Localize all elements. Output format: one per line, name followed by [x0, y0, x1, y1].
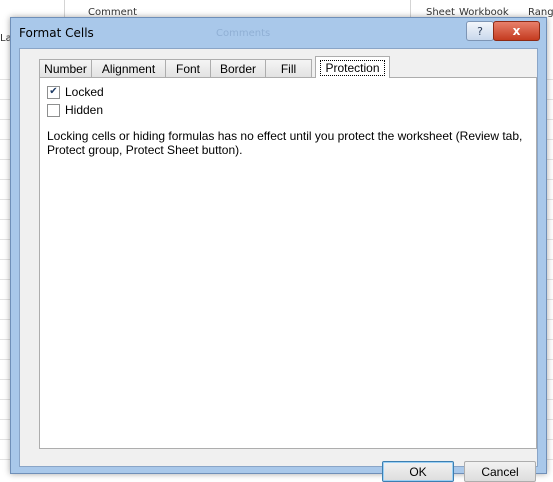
title-watermark: Comments: [216, 28, 271, 39]
close-button[interactable]: x: [493, 21, 540, 41]
help-button[interactable]: ?: [466, 21, 494, 41]
hidden-option[interactable]: Hidden: [47, 103, 103, 117]
checkmark-icon: ✔: [49, 86, 58, 97]
tab-alignment[interactable]: Alignment: [91, 59, 166, 77]
tab-fill[interactable]: Fill: [265, 59, 312, 77]
tab-label: Number: [44, 61, 87, 76]
tab-label: Protection: [320, 59, 385, 76]
hidden-checkbox[interactable]: [47, 103, 60, 117]
tab-number[interactable]: Number: [39, 59, 92, 77]
tab-label: Alignment: [101, 61, 156, 76]
tab-protection[interactable]: Protection: [315, 56, 390, 78]
format-cells-dialog: Format Cells Comments ? x Number Alignme…: [10, 17, 547, 482]
tab-label: Font: [175, 61, 200, 76]
dialog-titlebar[interactable]: Format Cells Comments ? x: [11, 18, 546, 48]
hidden-label: Hidden: [65, 103, 104, 117]
tab-label: Border: [219, 61, 257, 76]
locked-checkbox[interactable]: ✔: [47, 85, 60, 99]
tab-font[interactable]: Font: [165, 59, 211, 77]
dialog-client-area: Number Alignment Font Border Fill Protec…: [19, 48, 538, 482]
dialog-title: Format Cells: [19, 26, 94, 40]
cancel-button[interactable]: Cancel: [464, 461, 536, 482]
tab-label: Fill: [280, 61, 297, 76]
tab-border[interactable]: Border: [210, 59, 266, 77]
protection-panel: ✔ Locked Hidden Locking cells or hiding …: [39, 77, 537, 449]
locked-label: Locked: [65, 85, 104, 99]
protection-note: Locking cells or hiding formulas has no …: [47, 129, 523, 157]
locked-option[interactable]: ✔ Locked: [47, 85, 104, 99]
close-icon: x: [512, 24, 521, 38]
help-icon: ?: [477, 24, 483, 38]
ok-button[interactable]: OK: [382, 461, 454, 482]
